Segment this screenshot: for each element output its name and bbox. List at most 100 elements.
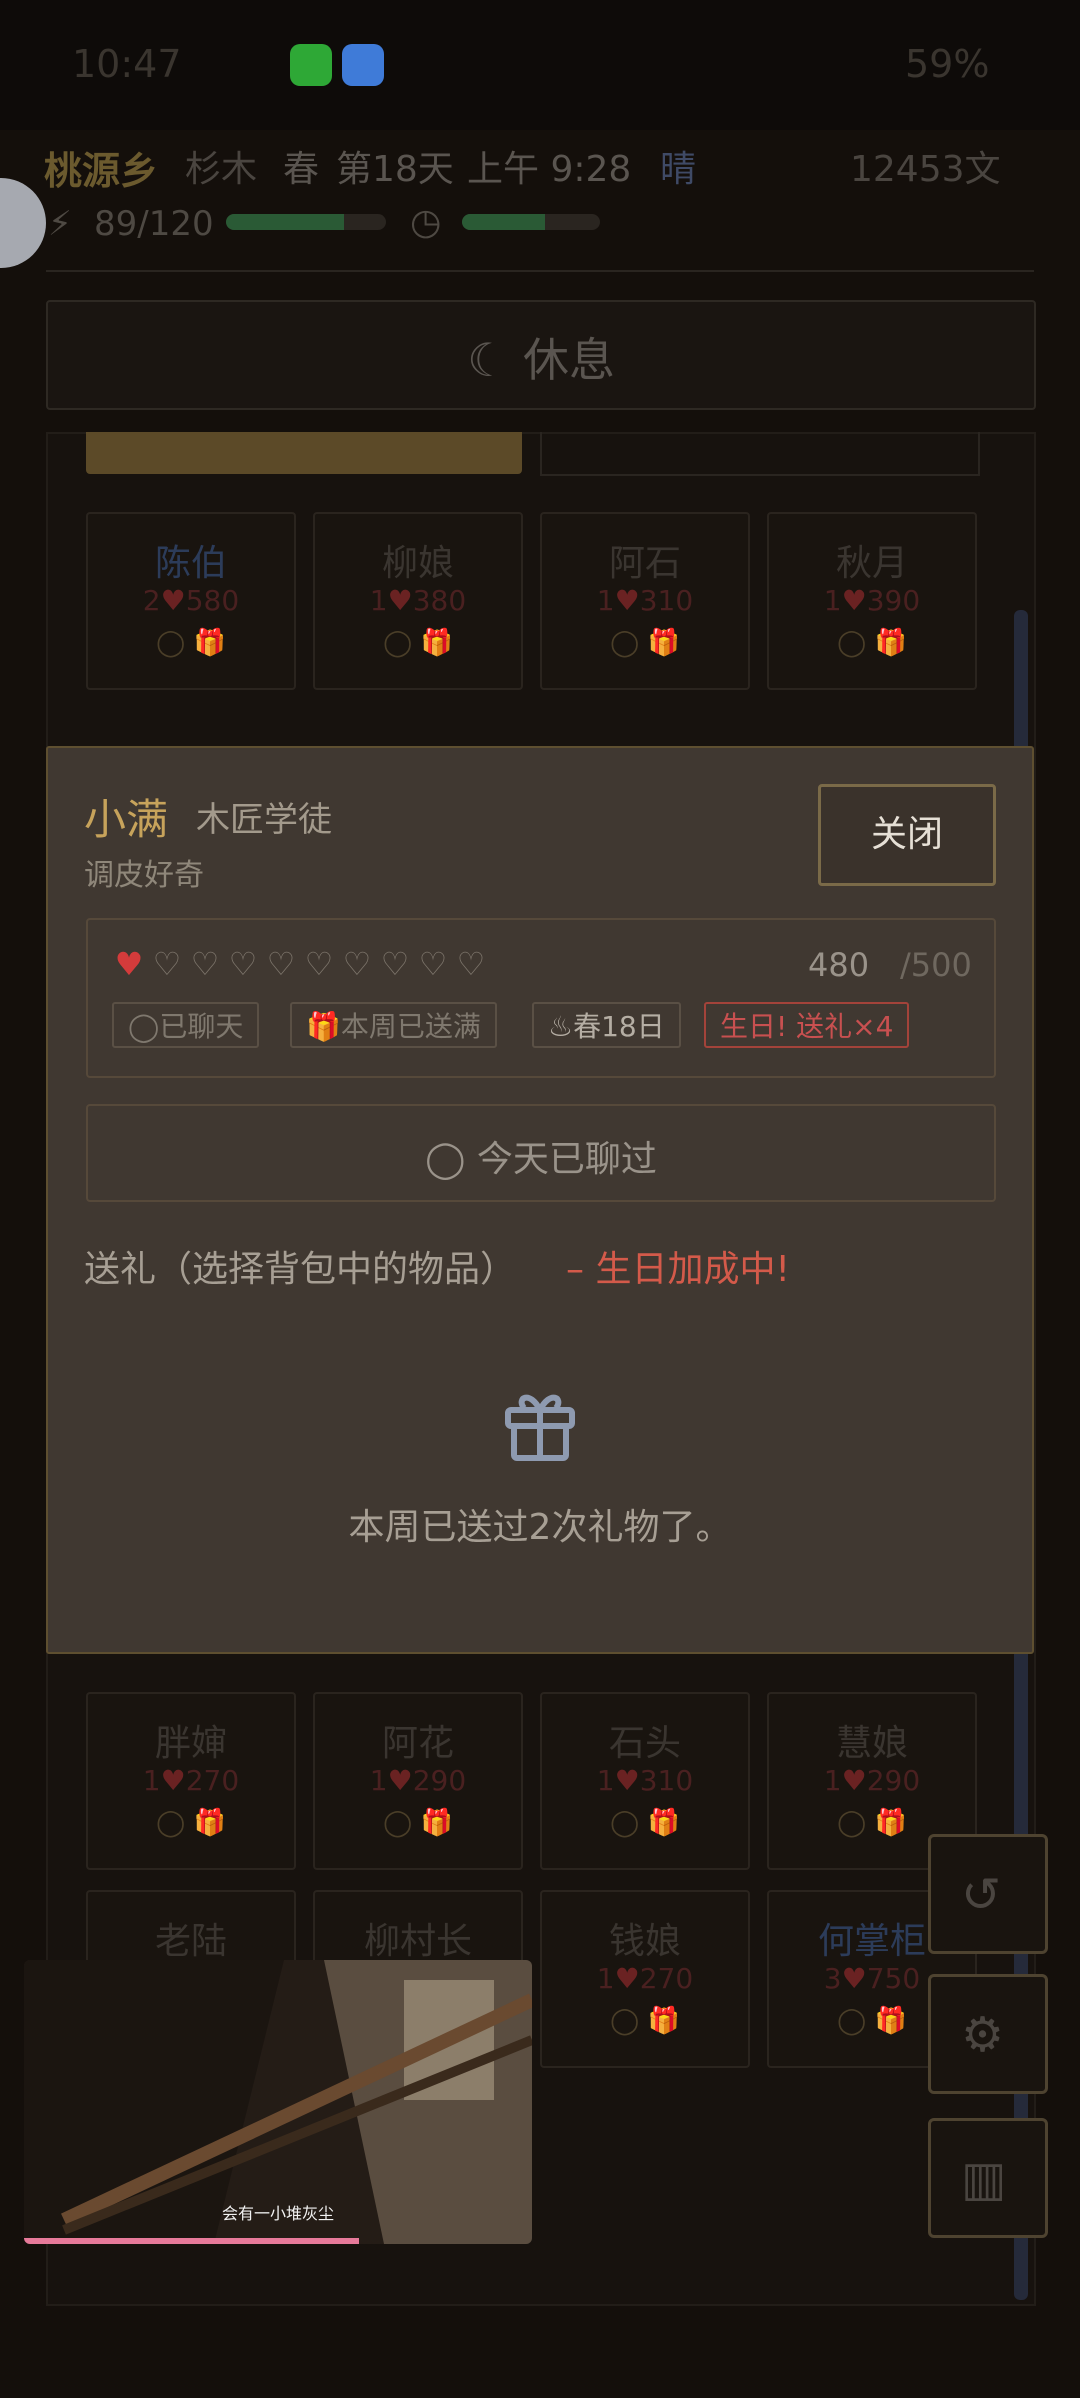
heart-icon: ♥ — [160, 584, 186, 617]
town-name: 桃源乡 — [44, 149, 159, 193]
chat-icon: ◯ — [156, 1808, 194, 1838]
heart-icon: ♥ — [614, 1962, 640, 1995]
tag-birthday: ♨春18日 — [532, 1002, 681, 1048]
affection-points: 380 — [412, 584, 467, 617]
affection-level: 1 — [823, 584, 842, 617]
heart-icon: ♥ — [114, 945, 144, 983]
heart-icon: ♡ — [266, 945, 296, 983]
gear-icon: ⚙ — [961, 2007, 1005, 2063]
gift-title: 送礼（选择背包中的物品） — [84, 1249, 517, 1290]
villager-card[interactable]: 阿花 1♥290 ◯ 🎁 — [313, 1692, 523, 1870]
chat-icon: ◯ — [383, 1808, 421, 1838]
chat-icon: ◯ — [610, 2006, 648, 2036]
video-progress[interactable] — [24, 2238, 360, 2244]
villager-card-name: 柳娘 — [381, 543, 454, 584]
gift-icon: 🎁 — [193, 628, 226, 658]
tab-active[interactable] — [86, 432, 522, 474]
villager-card-actions: ◯ 🎁 — [542, 1808, 748, 1838]
villager-card-actions: ◯ 🎁 — [542, 628, 748, 658]
heart-icon: ♥ — [387, 584, 413, 617]
villager-card[interactable]: 秋月 1♥390 ◯ 🎁 — [767, 512, 977, 690]
tab-inactive[interactable] — [540, 432, 980, 476]
villager-card-actions: ◯ 🎁 — [88, 1808, 294, 1838]
chat-icon: ◯ — [837, 2006, 875, 2036]
battery-percent: 59% — [905, 42, 990, 86]
gift-icon: 🎁 — [420, 628, 453, 658]
villager-card[interactable]: 柳娘 1♥380 ◯ 🎁 — [313, 512, 523, 690]
heart-icon: ♡ — [342, 945, 372, 983]
game-time: 上午 9:28 — [467, 149, 632, 190]
gift-icon: 🎁 — [874, 628, 907, 658]
villager-card-actions: ◯ 🎁 — [542, 2006, 748, 2036]
villager-card[interactable]: 阿石 1♥310 ◯ 🎁 — [540, 512, 750, 690]
map-icon: ▥ — [961, 2151, 1007, 2207]
energy-icon: ⚡ — [48, 204, 72, 244]
gift-bonus: – 生日加成中! — [566, 1249, 790, 1290]
villager-card-name: 钱娘 — [608, 1921, 681, 1962]
gift-icon: 🎁 — [647, 628, 680, 658]
gift-icon: 🎁 — [420, 1808, 453, 1838]
villager-card-actions: ◯ 🎁 — [769, 628, 975, 658]
villager-card-name: 慧娘 — [835, 1723, 908, 1764]
villager-card-name: 陈伯 — [154, 543, 227, 584]
villager-role: 木匠学徒 — [196, 800, 332, 840]
video-caption: 会有一小堆灰尘 — [221, 2204, 334, 2223]
tag-birthday-bonus: 生日! 送礼×4 — [704, 1002, 910, 1048]
energy-bar — [226, 214, 386, 230]
villager-trait: 调皮好奇 — [84, 858, 204, 893]
villager-card-name: 老陆 — [154, 1921, 227, 1962]
chat-icon: ◯ — [156, 628, 194, 658]
floating-video[interactable]: 会有一小堆灰尘 — [24, 1960, 532, 2244]
villager-card-name: 石头 — [608, 1723, 681, 1764]
close-button[interactable]: 关闭 — [818, 784, 996, 886]
tag-gift-week: 🎁本周已送满 — [290, 1002, 497, 1048]
gift-icon: 🎁 — [874, 1808, 907, 1838]
history-button[interactable]: ↺ — [928, 1834, 1048, 1954]
affection-points: 290 — [866, 1764, 921, 1797]
status-time: 10:47 — [72, 42, 182, 86]
affection-hearts: ♥ ♡ ♡ ♡ ♡ ♡ ♡ ♡ ♡ ♡ — [110, 944, 490, 984]
heart-icon: ♥ — [387, 1764, 413, 1797]
chat-icon: ◯ — [610, 1808, 648, 1838]
heart-icon: ♥ — [614, 584, 640, 617]
heart-icon: ♡ — [380, 945, 410, 983]
villager-card[interactable]: 钱娘 1♥270 ◯ 🎁 — [540, 1890, 750, 2068]
chat-icon: ◯ — [128, 1010, 160, 1043]
energy-value: 89/120 — [94, 204, 214, 244]
affection-level: 1 — [596, 584, 615, 617]
villager-card[interactable]: 石头 1♥310 ◯ 🎁 — [540, 1692, 750, 1870]
affection-points: 290 — [412, 1764, 467, 1797]
villager-card-actions: ◯ 🎁 — [88, 628, 294, 658]
heart-icon: ♡ — [418, 945, 448, 983]
affection-points: 390 — [866, 584, 921, 617]
villager-card-actions: ◯ 🎁 — [315, 1808, 521, 1838]
rest-button[interactable]: ☾ 休息 — [46, 300, 1036, 410]
chat-button[interactable]: ◯ 今天已聊过 — [86, 1104, 996, 1202]
gift-message: 本周已送过2次礼物了。 — [348, 1507, 732, 1548]
gift-icon: 🎁 — [874, 2006, 907, 2036]
villager-name: 小满 — [84, 795, 169, 844]
affection-level: 1 — [369, 584, 388, 617]
money-display: 12453文 — [850, 149, 1001, 190]
gift-icon: 🎁 — [193, 1808, 226, 1838]
villager-card-affection: 1♥390 — [769, 584, 975, 617]
affection-level: 1 — [823, 1764, 842, 1797]
heart-icon: ♥ — [841, 584, 867, 617]
affection-level: 2 — [142, 584, 161, 617]
affection-points: 580 — [185, 584, 240, 617]
villager-card-affection: 1♥310 — [542, 1764, 748, 1797]
villager-card-affection: 2♥580 — [88, 584, 294, 617]
affection-level: 1 — [596, 1962, 615, 1995]
day-label: 第18天 — [336, 149, 454, 190]
chat-bubble-icon: ◯ — [425, 1139, 477, 1180]
heart-icon: ♡ — [456, 945, 486, 983]
tree-label: 杉木 — [185, 149, 258, 190]
settings-button[interactable]: ⚙ — [928, 1974, 1048, 2094]
map-button[interactable]: ▥ — [928, 2118, 1048, 2238]
wechat-icon — [290, 44, 332, 86]
villager-card-name: 秋月 — [835, 543, 908, 584]
villager-card[interactable]: 陈伯 2♥580 ◯ 🎁 — [86, 512, 296, 690]
chat-icon: ◯ — [383, 628, 421, 658]
time-bar — [462, 214, 600, 230]
villager-card[interactable]: 胖婶 1♥270 ◯ 🎁 — [86, 1692, 296, 1870]
